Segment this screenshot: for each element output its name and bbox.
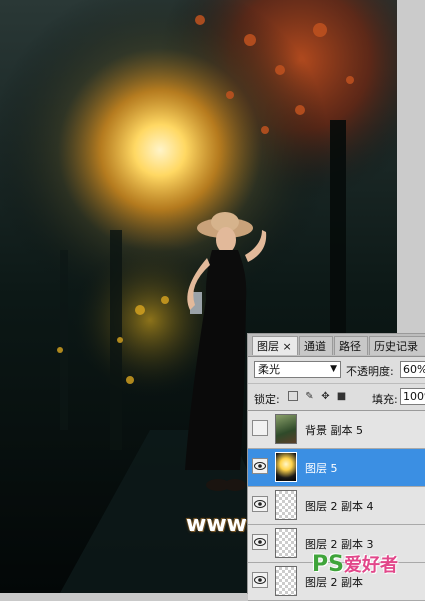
tab-layers[interactable]: 图层 × [252,336,298,355]
eye-icon [254,538,266,546]
opacity-label: 不透明度: [346,365,394,378]
layer-name: 背景 副本 5 [305,424,363,437]
opacity-input[interactable]: 60% [400,361,425,378]
layer-row[interactable]: 背景 副本 5 [248,411,425,449]
lock-brush-icon[interactable]: ✎ [304,391,315,402]
layer-thumbnail [275,452,297,482]
layer-thumbnail [275,414,297,444]
lock-transparency-icon[interactable] [288,391,298,401]
tab-layers-label: 图层 [257,340,279,353]
visibility-toggle[interactable] [252,496,268,512]
fill-input[interactable]: 100% [400,388,425,405]
lock-row: 锁定: ✎ ✥ ■ 填充: 100% [248,384,425,411]
logo-ps: PS [312,552,344,577]
fill-label: 填充: [372,393,398,406]
layer-thumbnail [275,566,297,596]
blend-mode-value: 柔光 [258,363,280,376]
lock-move-icon[interactable]: ✥ [320,391,331,402]
logo-text: 爱好者 [343,555,398,576]
lock-all-icon[interactable]: ■ [336,391,347,402]
site-logo: PS爱好者 [312,551,398,577]
tab-history[interactable]: 历史记录 [369,336,425,355]
layer-row[interactable]: 图层 2 副本 4 [248,487,425,525]
eye-icon [254,462,266,470]
visibility-toggle[interactable] [252,458,268,474]
visibility-toggle[interactable] [252,534,268,550]
layer-row[interactable]: 图层 5 [248,449,425,487]
lock-label: 锁定: [254,393,280,406]
eye-icon [254,500,266,508]
layer-thumbnail [275,528,297,558]
workspace-background [397,0,425,333]
tab-channels[interactable]: 通道 [299,336,333,355]
layer-name: 图层 5 [305,462,338,475]
visibility-toggle[interactable] [252,420,268,436]
tab-paths[interactable]: 路径 [334,336,368,355]
blend-mode-select[interactable]: 柔光 ▼ [254,361,341,378]
eye-icon [254,576,266,584]
chevron-down-icon: ▼ [330,364,337,374]
layer-thumbnail [275,490,297,520]
panel-tabs: 图层 × 通道 路径 历史记录 [248,334,425,357]
blend-row: 柔光 ▼ 不透明度: 60% [248,357,425,384]
visibility-toggle[interactable] [252,572,268,588]
layer-name: 图层 2 副本 3 [305,538,374,551]
layer-name: 图层 2 副本 4 [305,500,374,513]
close-icon[interactable]: × [283,340,292,353]
